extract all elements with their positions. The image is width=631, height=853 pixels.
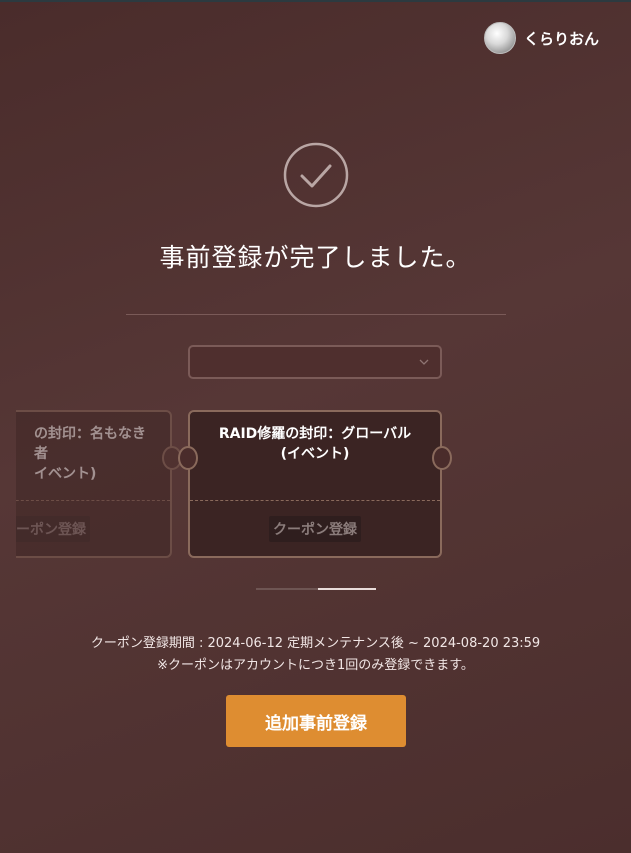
ticket-notch: [178, 446, 198, 470]
add-preregister-button[interactable]: 追加事前登録: [226, 695, 406, 747]
ticket-divider: [16, 500, 170, 501]
coupon-register-button[interactable]: ーポン登録: [16, 516, 90, 542]
user-profile[interactable]: くらりおん: [483, 22, 599, 54]
ticket-notch: [432, 446, 452, 470]
coupon-name: RAID修羅の封印：グローバル (イベント): [218, 426, 412, 462]
carousel-indicator-active: [318, 588, 376, 590]
carousel-indicator[interactable]: [256, 588, 376, 590]
coupon-note: ※クーポンはアカウントにつき1回のみ登録できます。: [157, 658, 474, 673]
check-circle-icon: [283, 142, 349, 208]
coupon-period: クーポン登録期間 : 2024-06-12 定期メンテナンス後 ~ 2024-0…: [90, 636, 541, 651]
top-border: [0, 0, 631, 2]
chevron-down-icon: [419, 359, 429, 365]
coupon-card[interactable]: RAID修羅の封印：グローバル (イベント) クーポン登録: [178, 410, 452, 558]
coupon-name: の封印：名もなき者 イベント): [34, 426, 146, 482]
username[interactable]: くらりおん: [524, 28, 599, 49]
divider: [126, 314, 506, 315]
coupon-card[interactable]: の封印：名もなき者 イベント) ーポン登録: [16, 410, 182, 558]
avatar[interactable]: [483, 22, 516, 54]
page-title: 事前登録が完了しました。: [159, 243, 472, 272]
coupon-carousel[interactable]: の封印：名もなき者 イベント) ーポン登録 RAID修羅の封印：グローバル (イ…: [16, 410, 616, 560]
ticket-divider: [190, 500, 440, 501]
coupon-register-button[interactable]: クーポン登録: [269, 516, 361, 542]
coupon-select[interactable]: [188, 345, 442, 379]
